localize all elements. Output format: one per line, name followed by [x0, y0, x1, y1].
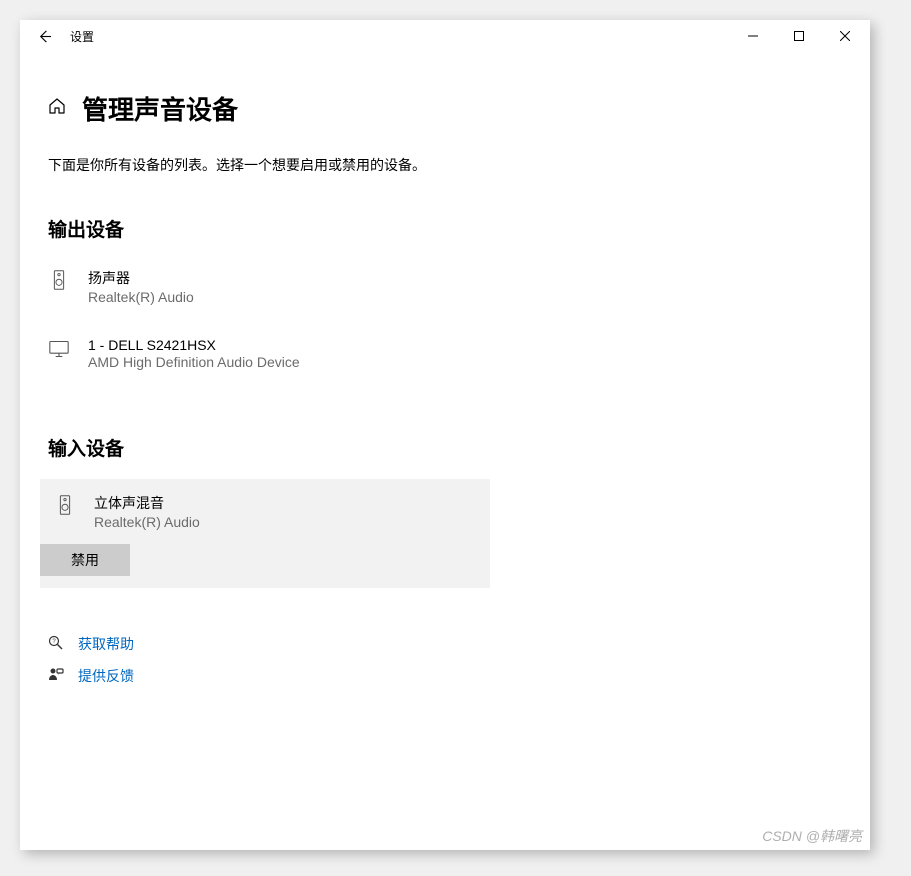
- home-icon[interactable]: [48, 97, 66, 120]
- svg-text:?: ?: [52, 639, 56, 645]
- device-name: 1 - DELL S2421HSX: [88, 337, 300, 353]
- output-section-title: 输出设备: [48, 215, 842, 242]
- page-title: 管理声音设备: [82, 90, 238, 127]
- input-device-stereo-mix[interactable]: 立体声混音 Realtek(R) Audio: [40, 479, 490, 538]
- speaker-icon: [54, 493, 76, 515]
- minimize-button[interactable]: [730, 20, 776, 52]
- get-help-row: ? 获取帮助: [48, 634, 842, 654]
- feedback-row: 提供反馈: [48, 666, 842, 686]
- device-text: 1 - DELL S2421HSX AMD High Definition Au…: [88, 337, 300, 370]
- page-header: 管理声音设备: [48, 90, 842, 127]
- page-description: 下面是你所有设备的列表。选择一个想要启用或禁用的设备。: [48, 155, 842, 175]
- speaker-icon: [48, 268, 70, 290]
- feedback-icon: [48, 667, 64, 686]
- titlebar: 设置: [20, 20, 870, 52]
- output-device-speaker[interactable]: 扬声器 Realtek(R) Audio: [40, 260, 842, 313]
- arrow-left-icon: [37, 29, 52, 44]
- content-area: 管理声音设备 下面是你所有设备的列表。选择一个想要启用或禁用的设备。 输出设备 …: [20, 52, 870, 850]
- device-sub: Realtek(R) Audio: [94, 514, 200, 530]
- back-button[interactable]: [32, 24, 56, 48]
- disable-button[interactable]: 禁用: [40, 544, 130, 576]
- help-icon: ?: [48, 635, 64, 654]
- device-text: 立体声混音 Realtek(R) Audio: [94, 493, 200, 530]
- maximize-icon: [794, 31, 804, 41]
- get-help-link[interactable]: 获取帮助: [78, 634, 134, 654]
- device-text: 扬声器 Realtek(R) Audio: [88, 268, 194, 305]
- window-title: 设置: [70, 28, 94, 45]
- minimize-icon: [748, 31, 758, 41]
- feedback-link[interactable]: 提供反馈: [78, 666, 134, 686]
- device-sub: AMD High Definition Audio Device: [88, 354, 300, 370]
- selected-device-panel: 立体声混音 Realtek(R) Audio 禁用: [40, 479, 490, 588]
- close-button[interactable]: [822, 20, 868, 52]
- device-name: 立体声混音: [94, 493, 200, 513]
- device-name: 扬声器: [88, 268, 194, 288]
- device-sub: Realtek(R) Audio: [88, 289, 194, 305]
- output-device-monitor[interactable]: 1 - DELL S2421HSX AMD High Definition Au…: [40, 329, 842, 378]
- input-section-title: 输入设备: [48, 434, 842, 461]
- close-icon: [840, 31, 850, 41]
- help-links: ? 获取帮助 提供反馈: [48, 634, 842, 686]
- monitor-icon: [48, 337, 70, 359]
- maximize-button[interactable]: [776, 20, 822, 52]
- settings-window: 设置 管理声音设备 下面是你所有设备的列表。选择一个想要启用或禁用的设备。 输出…: [20, 20, 870, 850]
